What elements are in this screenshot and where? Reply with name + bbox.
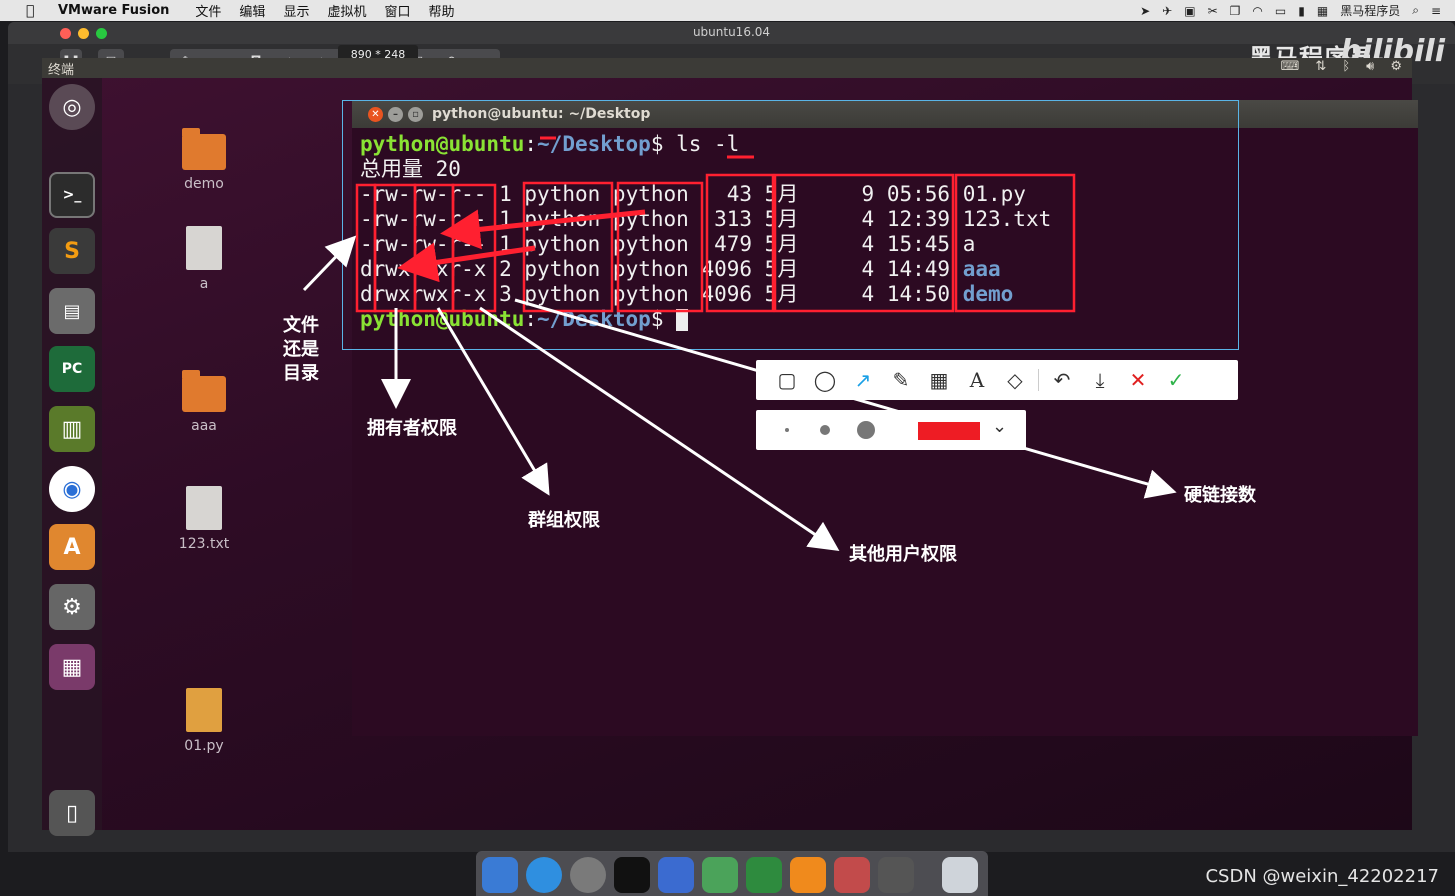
menu-vm[interactable]: 虚拟机 <box>327 1 366 20</box>
ellipse-tool-icon[interactable]: ◯ <box>806 365 844 395</box>
maps-dock-icon[interactable] <box>702 857 738 893</box>
desktop-icon-label: demo <box>184 176 224 192</box>
color-swatch[interactable] <box>918 422 980 440</box>
capture-selection-frame[interactable] <box>342 100 1239 350</box>
wifi-icon[interactable]: ◠ <box>1252 4 1262 18</box>
chrome-launcher-icon[interactable]: ◉ <box>49 466 95 512</box>
files-launcher-icon[interactable]: ▤ <box>49 288 95 334</box>
python-file-icon <box>186 688 222 732</box>
chevron-down-icon[interactable]: ⌄ <box>992 416 1007 437</box>
dash-icon[interactable]: ◎ <box>49 84 95 130</box>
folder-icon <box>182 370 226 412</box>
volume-icon[interactable]: 🔊︎ <box>1366 59 1374 74</box>
rectangle-tool-icon[interactable]: ▢ <box>768 365 806 395</box>
trash-dock-icon[interactable] <box>942 857 978 893</box>
vmware-dock-icon[interactable] <box>834 857 870 893</box>
apple-icon[interactable]:  <box>26 3 42 19</box>
airplay-icon[interactable]: ▭ <box>1275 4 1286 18</box>
medium-size-dot[interactable] <box>820 425 830 435</box>
sublime-launcher-icon[interactable]: S <box>49 228 95 274</box>
desktop-file-01py[interactable]: 01.py <box>169 688 239 754</box>
cancel-icon[interactable]: ✕ <box>1119 365 1157 395</box>
document-icon <box>186 486 222 530</box>
keyboard-icon[interactable]: ⌨ <box>1281 59 1300 74</box>
label-hard-links: 硬链接数 <box>1184 485 1256 506</box>
small-size-dot[interactable] <box>785 428 789 432</box>
text-tool-icon[interactable]: A <box>958 365 996 395</box>
active-app-label: 终端 <box>48 63 75 78</box>
terminal-dock-icon[interactable] <box>614 857 650 893</box>
books-launcher-icon[interactable]: ▥ <box>49 406 95 452</box>
unity-launcher: ◎ >_ S ▤ PC ▥ ◉ A ⚙ ▦ ▯ <box>42 78 102 836</box>
menubar-status-area: ➤ ✈ ▣ ✂ ❐ ◠ ▭ ▮ ▦ 黑马程序员 ⌕ ≡ <box>1140 0 1441 21</box>
menubar-right-label[interactable]: 黑马程序员 <box>1340 2 1400 19</box>
label-other-perm: 其他用户权限 <box>849 544 957 565</box>
desktop-folder-demo[interactable]: demo <box>169 128 239 192</box>
ubuntu-top-panel: 终端 ⌨ ⇅ ᛒ 🔊︎ ⚙ <box>42 58 1412 78</box>
vmware-titlebar: ubuntu16.04 <box>8 22 1455 44</box>
network-arrows-icon[interactable]: ⇅ <box>1315 59 1326 74</box>
launchpad-dock-icon[interactable] <box>570 857 606 893</box>
scissors-icon[interactable]: ✂ <box>1208 4 1218 18</box>
trash-launcher-icon[interactable]: ▯ <box>49 790 95 836</box>
desktop-file-123txt[interactable]: 123.txt <box>169 486 239 552</box>
window-icon[interactable]: ❐ <box>1230 4 1241 18</box>
desktop-icon-label: aaa <box>191 418 217 434</box>
sublime-dock-icon[interactable] <box>878 857 914 893</box>
confirm-icon[interactable]: ✓ <box>1157 365 1195 395</box>
large-size-dot[interactable] <box>857 421 875 439</box>
list-icon[interactable]: ≡ <box>1431 4 1441 18</box>
mac-dock <box>476 851 988 896</box>
location-icon[interactable]: ➤ <box>1140 4 1150 18</box>
desktop-icon-label: 01.py <box>184 738 224 754</box>
folder-icon <box>182 128 226 170</box>
menu-window[interactable]: 窗口 <box>384 1 410 20</box>
send-icon[interactable]: ✈ <box>1162 4 1172 18</box>
safari-dock-icon[interactable] <box>526 857 562 893</box>
xmind-dock-icon[interactable] <box>746 857 782 893</box>
desktop-folder-aaa[interactable]: aaa <box>169 370 239 434</box>
grid-icon[interactable]: ▦ <box>1317 4 1328 18</box>
settings-gear-icon[interactable]: ⚙ <box>1390 59 1402 74</box>
mac-menubar:  VMware Fusion 文件 编辑 显示 虚拟机 窗口 帮助 ➤ ✈ ▣… <box>0 0 1455 21</box>
label-file-or-dir: 文件 还是 目录 <box>283 315 319 384</box>
system-settings-icon[interactable]: ⚙ <box>49 584 95 630</box>
workspace-switcher-icon[interactable]: ▦ <box>49 644 95 690</box>
finder-dock-icon[interactable] <box>482 857 518 893</box>
terminal-launcher-icon[interactable]: >_ <box>49 172 95 218</box>
window-title: ubuntu16.04 <box>692 25 771 39</box>
tag-tool-icon[interactable]: ◇ <box>996 365 1034 395</box>
undo-icon[interactable]: ↶ <box>1043 365 1081 395</box>
bluetooth-icon[interactable]: ᛒ <box>1342 59 1350 74</box>
annotation-style-panel: ⌄ <box>756 410 1026 450</box>
label-group-perm: 群组权限 <box>528 510 600 531</box>
menu-edit[interactable]: 编辑 <box>239 1 265 20</box>
menu-file[interactable]: 文件 <box>195 1 221 20</box>
menu-view[interactable]: 显示 <box>283 1 309 20</box>
csdn-watermark: CSDN @weixin_42202217 <box>1205 866 1439 887</box>
menu-help[interactable]: 帮助 <box>428 1 454 20</box>
photos-dock-icon[interactable] <box>658 857 694 893</box>
screen-record-icon[interactable]: ▣ <box>1184 4 1195 18</box>
pycharm-launcher-icon[interactable]: PC <box>49 346 95 392</box>
toolbar-divider <box>1038 369 1039 391</box>
mosaic-tool-icon[interactable]: ▦ <box>920 365 958 395</box>
desktop-icon-label: a <box>199 276 209 292</box>
battery-icon[interactable]: ▮ <box>1298 4 1305 18</box>
label-owner-perm: 拥有者权限 <box>367 418 457 439</box>
software-center-icon[interactable]: A <box>49 524 95 570</box>
download-icon[interactable]: ⤓ <box>1081 365 1119 395</box>
arrow-tool-icon[interactable]: ↗ <box>844 365 882 395</box>
search-icon[interactable]: ⌕ <box>1412 3 1419 18</box>
desktop-icon-label: 123.txt <box>178 536 230 552</box>
menu-app-name[interactable]: VMware Fusion <box>58 3 169 18</box>
screenshot-annotation-toolbar: ▢ ◯ ↗ ✎ ▦ A ◇ ↶ ⤓ ✕ ✓ <box>756 360 1238 400</box>
vlc-dock-icon[interactable] <box>790 857 826 893</box>
document-icon <box>186 226 222 270</box>
pen-tool-icon[interactable]: ✎ <box>882 365 920 395</box>
desktop-file-a[interactable]: a <box>169 226 239 292</box>
